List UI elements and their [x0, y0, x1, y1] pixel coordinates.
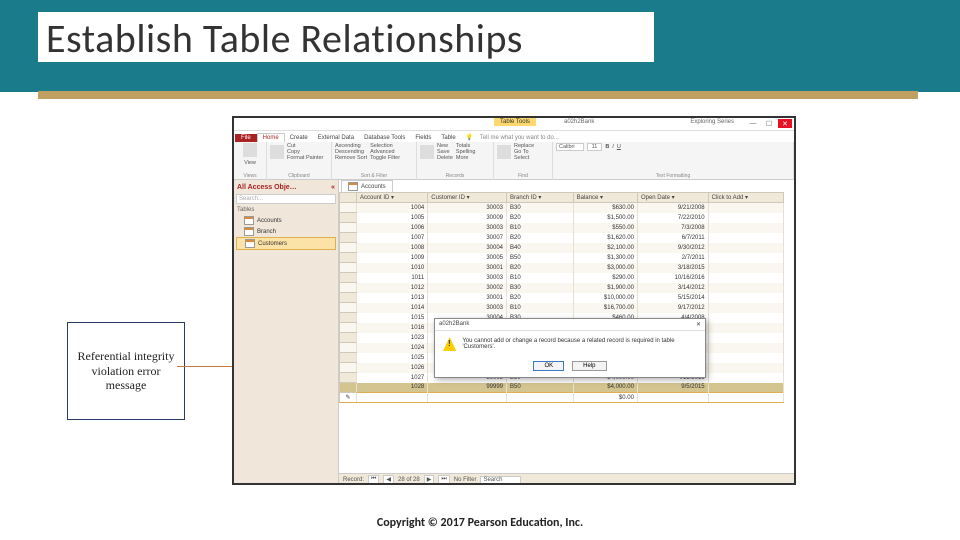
more-button[interactable]: More [456, 155, 476, 161]
tell-me[interactable]: 💡 Tell me what you want to do... [461, 133, 569, 142]
table-tab[interactable]: Table [436, 134, 460, 142]
create-tab[interactable]: Create [285, 134, 313, 142]
ribbon-tabs: File Home Create External Data Database … [234, 131, 794, 142]
minimize-icon[interactable]: — [746, 119, 760, 128]
contextual-tab-label: Table Tools [494, 118, 536, 126]
find-group: Find [497, 173, 549, 180]
records-group: Records [420, 173, 490, 180]
title-underline [38, 91, 918, 99]
find-icon[interactable] [497, 145, 511, 159]
nav-item-accounts[interactable]: Accounts [236, 215, 336, 226]
dialog-close-icon[interactable]: ✕ [696, 321, 701, 328]
table-icon [245, 239, 255, 248]
ok-button[interactable]: OK [533, 361, 564, 371]
togglefilter-button[interactable]: Toggle Filter [370, 155, 400, 161]
datasheet-area: Accounts Account ID ▾Customer ID ▾Branch… [339, 180, 794, 485]
home-tab[interactable]: Home [257, 133, 285, 142]
close-icon[interactable]: ✕ [778, 119, 792, 128]
views-group: Views [237, 173, 263, 180]
bold-button[interactable]: B [605, 144, 609, 150]
delete-button[interactable]: Delete [437, 155, 453, 161]
last-record-button[interactable]: ⏭ [438, 475, 449, 484]
nav-search[interactable]: Search... [236, 194, 336, 204]
record-label: Record: [343, 477, 364, 483]
removesort-button[interactable]: Remove Sort [335, 155, 367, 161]
paste-icon[interactable] [270, 145, 284, 159]
next-record-button[interactable]: ▶ [424, 475, 435, 484]
refresh-icon[interactable] [420, 145, 434, 159]
slide-title: Establish Table Relationships [38, 12, 654, 62]
nav-item-branch[interactable]: Branch [236, 226, 336, 237]
warning-icon [443, 337, 456, 351]
dialog-message: You cannot add or change a record becaus… [462, 338, 697, 350]
copyright: Copyright © 2017 Pearson Education, Inc. [0, 516, 960, 530]
file-tab[interactable]: File [235, 134, 257, 142]
nav-collapse-icon[interactable]: « [331, 184, 335, 191]
access-screenshot: Table Tools a02h2Bank Exploring Series —… [232, 116, 796, 485]
dbtools-tab[interactable]: Database Tools [359, 134, 410, 142]
view-icon[interactable] [243, 143, 257, 157]
prev-record-button[interactable]: ◀ [383, 475, 394, 484]
underline-button[interactable]: U [617, 144, 621, 150]
record-search[interactable]: Search [480, 476, 521, 484]
record-position: 28 of 28 [398, 477, 420, 483]
object-tab[interactable]: Accounts [341, 180, 393, 192]
font-name[interactable]: Calibri [556, 143, 584, 151]
titlebar: Table Tools a02h2Bank Exploring Series —… [234, 118, 794, 131]
record-navigator: Record: ⏮ ◀ 28 of 28 ▶ ⏭ No Filter Searc… [339, 473, 794, 485]
callout-box: Referential integrity violation error me… [67, 322, 185, 420]
fmtpainter-button[interactable]: Format Painter [287, 155, 323, 161]
table-icon [244, 216, 254, 225]
italic-button[interactable]: I [612, 144, 614, 150]
sortfilter-group: Sort & Filter [335, 173, 413, 180]
table-icon [348, 182, 358, 191]
ribbon: View Views CutCopyFormat Painter Clipboa… [234, 142, 794, 180]
nav-group-tables[interactable]: Tables [237, 207, 254, 213]
nofilter-label: No Filter [454, 477, 477, 483]
signin-label: Exploring Series [690, 119, 734, 125]
clipboard-group: Clipboard [270, 173, 328, 180]
textfmt-group: Text Formatting [556, 173, 790, 180]
nav-item-customers[interactable]: Customers [236, 237, 336, 250]
maximize-icon[interactable]: ☐ [762, 119, 776, 128]
nav-header[interactable]: All Access Obje… [237, 184, 297, 191]
help-button[interactable]: Help [572, 361, 606, 371]
first-record-button[interactable]: ⏮ [368, 475, 379, 484]
error-dialog: a02h2Bank ✕ You cannot add or change a re… [434, 318, 706, 378]
dialog-title: a02h2Bank [439, 321, 469, 328]
font-size[interactable]: 11 [587, 143, 603, 151]
externaldata-tab[interactable]: External Data [313, 134, 359, 142]
table-icon [244, 227, 254, 236]
navigation-pane: All Access Obje… « Search... Tables Accou… [234, 180, 339, 485]
window-title: a02h2Bank [564, 119, 594, 125]
select-button[interactable]: Select [514, 155, 534, 161]
view-button[interactable]: View [244, 160, 256, 166]
fields-tab[interactable]: Fields [410, 134, 436, 142]
